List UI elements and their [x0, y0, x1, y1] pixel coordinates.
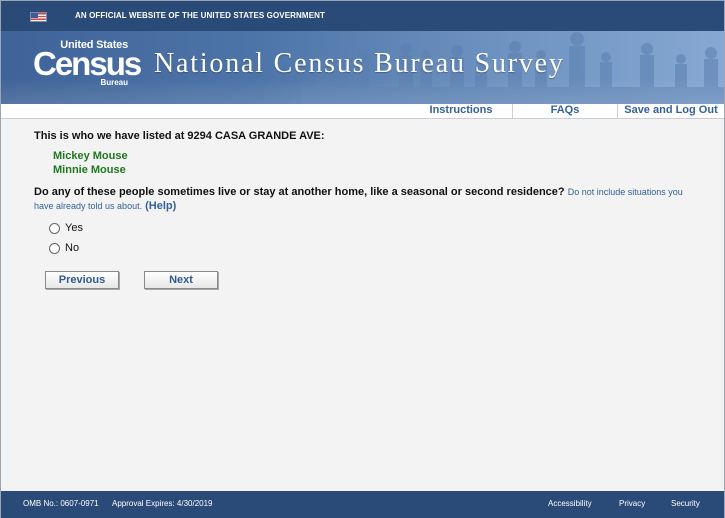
official-website-text: AN OFFICIAL WEBSITE OF THE UNITED STATES…: [75, 11, 325, 20]
survey-title: National Census Bureau Survey: [154, 48, 565, 79]
help-link[interactable]: (Help): [145, 200, 176, 212]
browser-frame: AN OFFICIAL WEBSITE OF THE UNITED STATES…: [0, 0, 725, 518]
us-flag-icon: [30, 12, 47, 22]
yes-radio-label[interactable]: Yes: [65, 222, 83, 234]
top-navigation: Instructions FAQs Save and Log Out: [1, 104, 724, 119]
question-text-block: Do any of these people sometimes live or…: [34, 185, 699, 213]
approval-expiration: Approval Expires: 4/30/2019: [112, 499, 213, 508]
logo-bureau-text: Bureau: [100, 78, 128, 87]
person-name: Mickey Mouse: [53, 150, 128, 162]
census-bureau-logo[interactable]: United States Census Bureau: [29, 37, 142, 97]
previous-button[interactable]: Previous: [45, 271, 119, 289]
save-and-log-out-link[interactable]: Save and Log Out: [617, 104, 724, 119]
no-radio-button[interactable]: [49, 243, 60, 254]
omb-number: OMB No.: 0607-0971: [23, 499, 99, 508]
privacy-link[interactable]: Privacy: [619, 499, 645, 508]
site-footer: OMB No.: 0607-0971 Approval Expires: 4/3…: [1, 491, 724, 518]
security-link[interactable]: Security: [671, 499, 700, 508]
logo-census-text: Census: [33, 45, 142, 82]
site-header: United States Census Bureau National Cen…: [1, 31, 724, 104]
official-website-banner: AN OFFICIAL WEBSITE OF THE UNITED STATES…: [1, 1, 724, 31]
next-button[interactable]: Next: [144, 271, 218, 289]
faqs-link[interactable]: FAQs: [512, 104, 617, 119]
survey-question-panel: This is who we have listed at 9294 CASA …: [1, 120, 724, 491]
household-heading: This is who we have listed at 9294 CASA …: [34, 130, 325, 142]
accessibility-link[interactable]: Accessibility: [548, 499, 592, 508]
no-radio-label[interactable]: No: [65, 242, 79, 254]
instructions-link[interactable]: Instructions: [411, 104, 511, 119]
person-name: Minnie Mouse: [53, 164, 126, 176]
question-text: Do any of these people sometimes live or…: [34, 186, 565, 198]
yes-radio-button[interactable]: [49, 223, 60, 234]
